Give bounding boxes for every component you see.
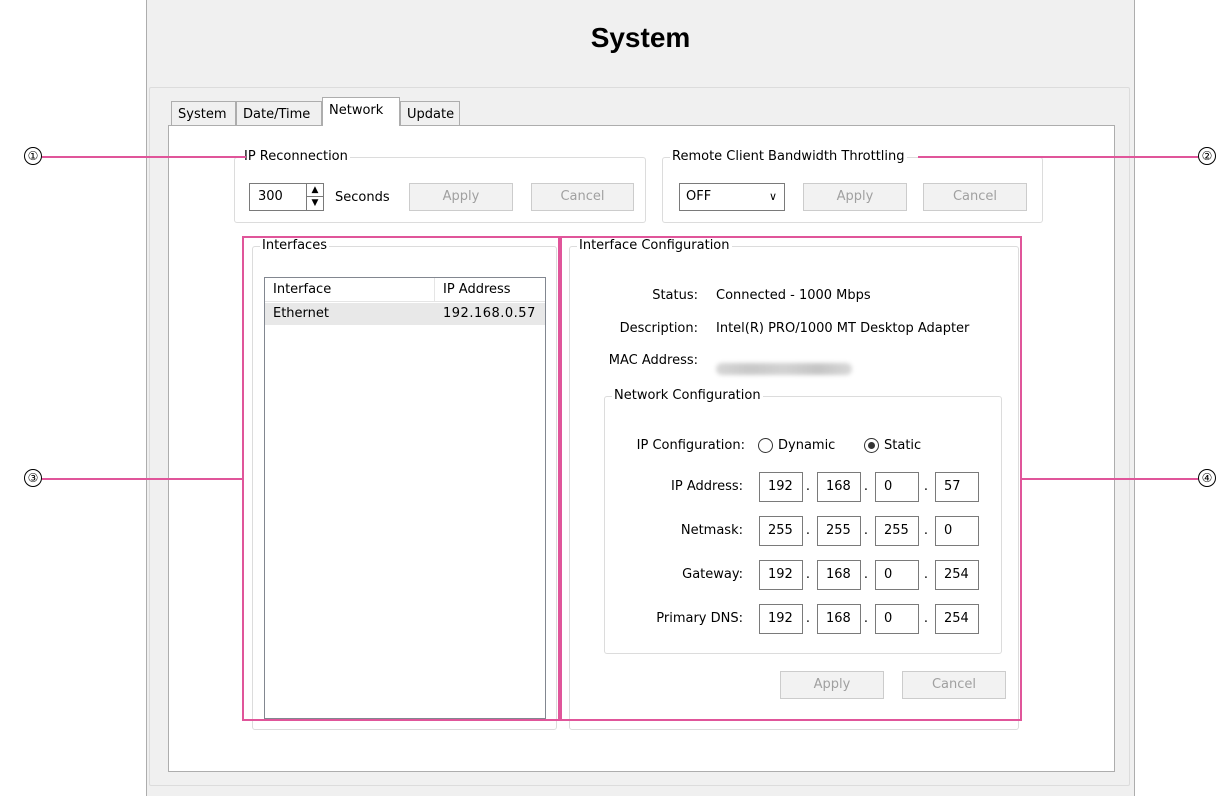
reconnection-seconds-input[interactable]: 300: [249, 183, 307, 211]
tab-update[interactable]: Update: [400, 101, 460, 127]
bandwidth-throttling-label: Remote Client Bandwidth Throttling: [670, 148, 907, 166]
ip-reconnection-label: IP Reconnection: [242, 148, 350, 166]
callout-box-interface-configuration: [560, 236, 1022, 721]
spin-up-icon[interactable]: ▲: [307, 184, 323, 197]
reconnection-spinner[interactable]: ▲ ▼: [307, 183, 324, 211]
callout-number-4: ④: [1198, 469, 1216, 487]
bandwidth-selected-value: OFF: [686, 189, 712, 204]
callout-number-3: ③: [24, 469, 42, 487]
tab-date-time[interactable]: Date/Time: [236, 101, 322, 127]
bandwidth-throttling-group: Remote Client Bandwidth Throttling OFF ∨…: [662, 148, 1043, 223]
bandwidth-select[interactable]: OFF ∨: [679, 183, 785, 211]
callout-line-3: [42, 478, 244, 480]
ip-reconnection-group: IP Reconnection 300 ▲ ▼ Seconds Apply Ca…: [234, 148, 646, 223]
callout-line-2: [918, 156, 1198, 158]
window-title: System: [590, 22, 691, 53]
callout-number-1: ①: [24, 147, 42, 165]
bandwidth-cancel-button[interactable]: Cancel: [923, 183, 1027, 211]
chevron-down-icon: ∨: [768, 190, 777, 203]
seconds-label: Seconds: [335, 190, 390, 205]
tab-system[interactable]: System: [171, 101, 236, 127]
reconnection-apply-button[interactable]: Apply: [409, 183, 513, 211]
tab-network[interactable]: Network: [322, 97, 400, 126]
callout-box-interfaces: [242, 236, 560, 721]
spin-down-icon[interactable]: ▼: [307, 197, 323, 210]
reconnection-cancel-button[interactable]: Cancel: [531, 183, 634, 211]
callout-number-2: ②: [1198, 147, 1216, 165]
callout-line-1: [42, 156, 246, 158]
bandwidth-apply-button[interactable]: Apply: [803, 183, 907, 211]
callout-line-4: [1020, 478, 1198, 480]
